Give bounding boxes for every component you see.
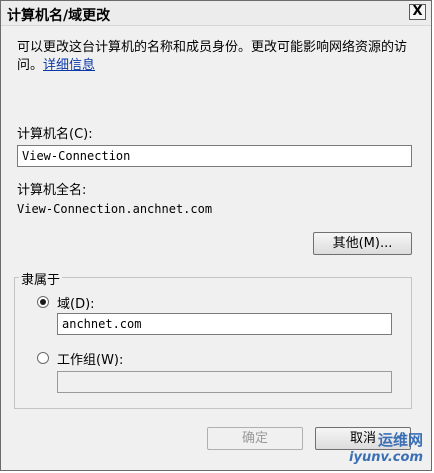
workgroup-radio[interactable] [37,352,49,364]
workgroup-input[interactable] [57,371,392,393]
ok-button[interactable]: 确定 [207,427,303,450]
close-button[interactable]: X [409,4,426,20]
description: 可以更改这台计算机的名称和成员身份。更改可能影响网络资源的访问。详细信息 [17,39,422,75]
dialog-title: 计算机名/域更改 [7,8,111,24]
computer-name-input[interactable]: View-Connection [17,145,412,167]
domain-input[interactable]: anchnet.com [57,313,392,335]
full-name-label: 计算机全名: [17,183,87,198]
close-icon: X [412,4,423,19]
watermark-brand: 运维网 [377,431,423,449]
other-button[interactable]: 其他(M)... [313,232,412,255]
full-name-value: View-Connection.anchnet.com [17,202,213,216]
workgroup-label: 工作组(W): [57,353,124,368]
computer-name-label: 计算机名(C): [17,127,93,142]
more-info-link[interactable]: 详细信息 [43,58,95,73]
watermark-url: iyunv.com [349,450,423,465]
title-bar: 计算机名/域更改 X [1,1,431,26]
dialog-window: 计算机名/域更改 X 可以更改这台计算机的名称和成员身份。更改可能影响网络资源的… [0,0,432,471]
radio-selected-dot [40,299,46,305]
watermark: 运维网 iyunv.com [349,432,423,466]
member-of-title: 隶属于 [19,269,63,288]
domain-label: 域(D): [57,297,95,312]
domain-radio[interactable] [37,296,49,308]
